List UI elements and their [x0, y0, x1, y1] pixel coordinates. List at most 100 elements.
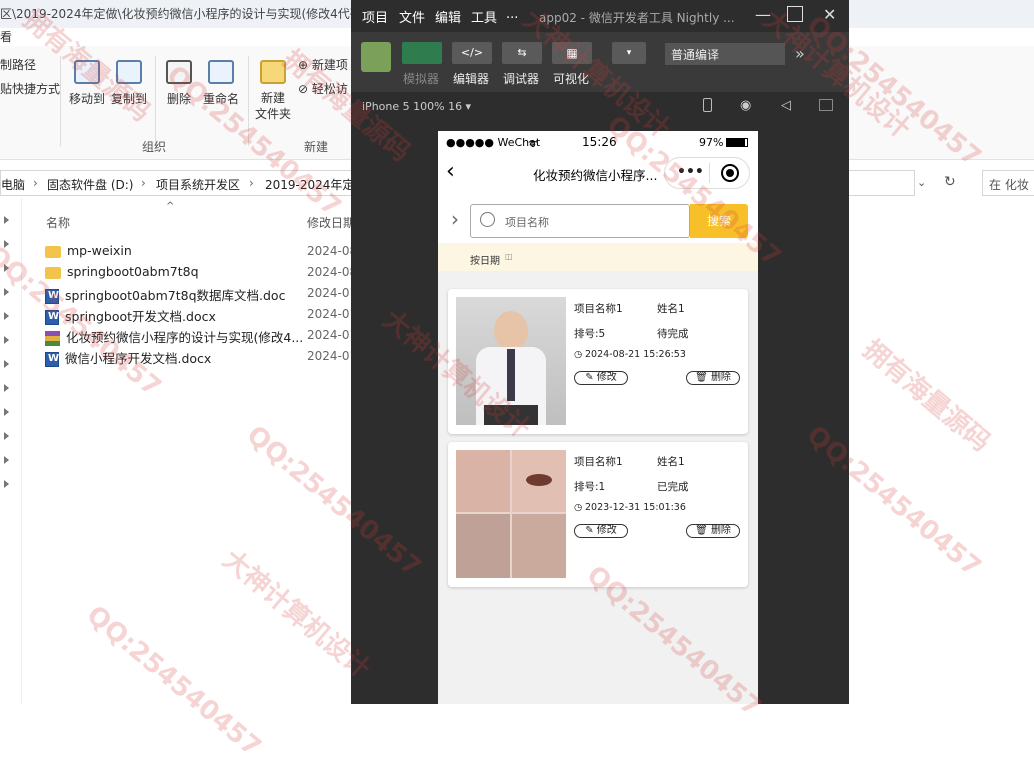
- maximize-icon[interactable]: [787, 6, 803, 22]
- list-item[interactable]: 项目名称1 姓名1 排号:1 已完成 ◷ 2023-12-31 15:01:36…: [448, 442, 748, 587]
- close-miniprogram-icon[interactable]: [721, 164, 739, 182]
- folder-icon: [45, 245, 61, 258]
- battery-text: 97%: [699, 136, 724, 149]
- more-icon[interactable]: »: [795, 44, 805, 63]
- record-icon[interactable]: ◉: [740, 98, 751, 113]
- navigation-pane[interactable]: [0, 198, 22, 704]
- breadcrumb-pc[interactable]: 电脑: [1, 176, 25, 193]
- file-row[interactable]: 微信小程序开发文档.docx: [45, 348, 211, 368]
- devtools-toolbar: </> ⇆ ▦ ▾ 模拟器 编辑器 调试器 可视化 普通编译 »: [351, 32, 849, 92]
- devtools-title-bar: 项目 文件 编辑 工具 ... app02 - 微信开发者工具 Nightly …: [351, 0, 849, 32]
- file-row[interactable]: 化妆预约微信小程序的设计与实现(修改4...: [45, 327, 303, 347]
- search-placeholder: 项目名称: [505, 216, 549, 229]
- copy-path-button[interactable]: 制路径: [0, 56, 36, 73]
- file-row[interactable]: springboot0abm7t8q: [45, 264, 199, 284]
- chevron-right-icon: ›: [249, 176, 254, 190]
- menu-edit[interactable]: 编辑: [435, 7, 461, 26]
- sort-icon: ◫: [505, 252, 513, 261]
- column-modified[interactable]: 修改日期: [307, 214, 355, 231]
- item-number: 排号:5: [574, 328, 606, 340]
- clock: 15:26: [582, 135, 617, 149]
- visual-icon[interactable]: ▦: [552, 42, 592, 64]
- breadcrumb-dev[interactable]: 项目系统开发区: [156, 176, 240, 193]
- group-label-new: 新建: [304, 140, 329, 154]
- file-date: 2024-08: [307, 244, 358, 258]
- edit-button[interactable]: ✎ 修改: [574, 371, 628, 385]
- menu-file[interactable]: 文件: [399, 7, 425, 26]
- status-badge: 已完成: [657, 481, 689, 493]
- search-input[interactable]: 项目名称: [470, 204, 690, 238]
- back-icon[interactable]: ‹: [446, 159, 455, 184]
- menu-project[interactable]: 项目: [362, 7, 388, 26]
- watermark: 拥有海量源码: [856, 334, 996, 458]
- battery-icon: [726, 138, 748, 147]
- folder-icon: [45, 266, 61, 279]
- column-name[interactable]: 名称: [46, 214, 70, 231]
- dropdown-icon[interactable]: ▾: [612, 42, 646, 64]
- file-date: 2024-08: [307, 265, 358, 279]
- menu-more[interactable]: ...: [506, 7, 518, 22]
- word-doc-icon: [45, 289, 59, 304]
- compile-mode-select[interactable]: 普通编译: [665, 43, 785, 65]
- search-row: › 项目名称 搜索: [438, 195, 758, 243]
- move-icon: [74, 60, 100, 84]
- avatar[interactable]: [361, 42, 391, 72]
- item-project: 项目名称1: [574, 303, 623, 315]
- delete-button[interactable]: 🗑 删除: [686, 524, 740, 538]
- file-date: 2024-01: [307, 328, 358, 342]
- chevron-down-icon[interactable]: ⌄: [917, 176, 926, 189]
- ribbon-tab-view[interactable]: 看: [0, 28, 12, 46]
- close-icon[interactable]: ✕: [823, 5, 836, 24]
- simulator-icon[interactable]: [402, 42, 442, 64]
- sort-up-icon: ^: [166, 201, 175, 212]
- refresh-icon[interactable]: ↻: [944, 174, 956, 190]
- clock-icon: ◷: [574, 502, 583, 513]
- file-date: 2024-01: [307, 349, 358, 363]
- new-item-button[interactable]: ⊕ 新建项: [298, 56, 348, 73]
- easy-access-button[interactable]: ⊘ 轻松访: [298, 80, 348, 97]
- item-image: [456, 450, 566, 578]
- status-bar: ●●●●● WeChat ᯤ 15:26 97%: [438, 131, 758, 153]
- copy-to-button[interactable]: 复制到: [104, 60, 154, 107]
- chevron-right-icon: ›: [33, 176, 38, 190]
- more-dots-icon[interactable]: •••: [677, 164, 704, 180]
- word-doc-icon: [45, 352, 59, 367]
- file-row[interactable]: springboot开发文档.docx: [45, 306, 216, 326]
- code-icon[interactable]: </>: [452, 42, 492, 64]
- device-select[interactable]: iPhone 5 100% 16 ▾: [362, 100, 471, 113]
- phone-icon[interactable]: [703, 98, 712, 112]
- debugger-label: 调试器: [503, 72, 540, 86]
- paste-shortcut-button[interactable]: 贴快捷方式: [0, 80, 60, 97]
- speaker-icon[interactable]: ◁: [781, 98, 791, 113]
- file-row[interactable]: mp-weixin: [45, 243, 132, 263]
- item-name: 姓名1: [657, 303, 685, 315]
- visual-label: 可视化: [553, 72, 590, 86]
- list-item[interactable]: 项目名称1 姓名1 排号:5 待完成 ◷ 2024-08-21 15:26:53…: [448, 289, 748, 434]
- devtools-title: app02 - 微信开发者工具 Nightly ...: [539, 11, 735, 25]
- sort-row[interactable]: 按日期 ◫: [438, 243, 758, 271]
- minimize-icon[interactable]: —: [755, 5, 771, 24]
- editor-label: 编辑器: [453, 72, 490, 86]
- carrier: ●●●●● WeChat: [446, 136, 541, 149]
- page-title: 化妆预约微信小程序...: [533, 168, 658, 183]
- chevron-right-icon: ›: [141, 176, 146, 190]
- search-button[interactable]: 搜索: [690, 204, 748, 238]
- window-icon[interactable]: [819, 99, 833, 111]
- debug-icon[interactable]: ⇆: [502, 42, 542, 64]
- file-row[interactable]: springboot0abm7t8q数据库文档.doc: [45, 285, 285, 305]
- archive-icon: [45, 331, 60, 346]
- item-project: 项目名称1: [574, 456, 623, 468]
- capsule-menu: •••: [664, 157, 750, 189]
- new-folder-button[interactable]: 新建 文件夹: [248, 60, 298, 122]
- word-doc-icon: [45, 310, 59, 325]
- menu-tools[interactable]: 工具: [471, 7, 497, 26]
- item-number: 排号:1: [574, 481, 606, 493]
- delete-button[interactable]: 🗑 删除: [686, 371, 740, 385]
- rename-button[interactable]: 重命名: [196, 60, 246, 107]
- simulator-label: 模拟器: [403, 72, 440, 86]
- breadcrumb-drive[interactable]: 固态软件盘 (D:): [47, 176, 133, 193]
- chevron-right-icon[interactable]: ›: [451, 207, 459, 231]
- edit-button[interactable]: ✎ 修改: [574, 524, 628, 538]
- search-input[interactable]: 在 化妆: [982, 170, 1034, 196]
- item-time: 2024-08-21 15:26:53: [585, 349, 686, 360]
